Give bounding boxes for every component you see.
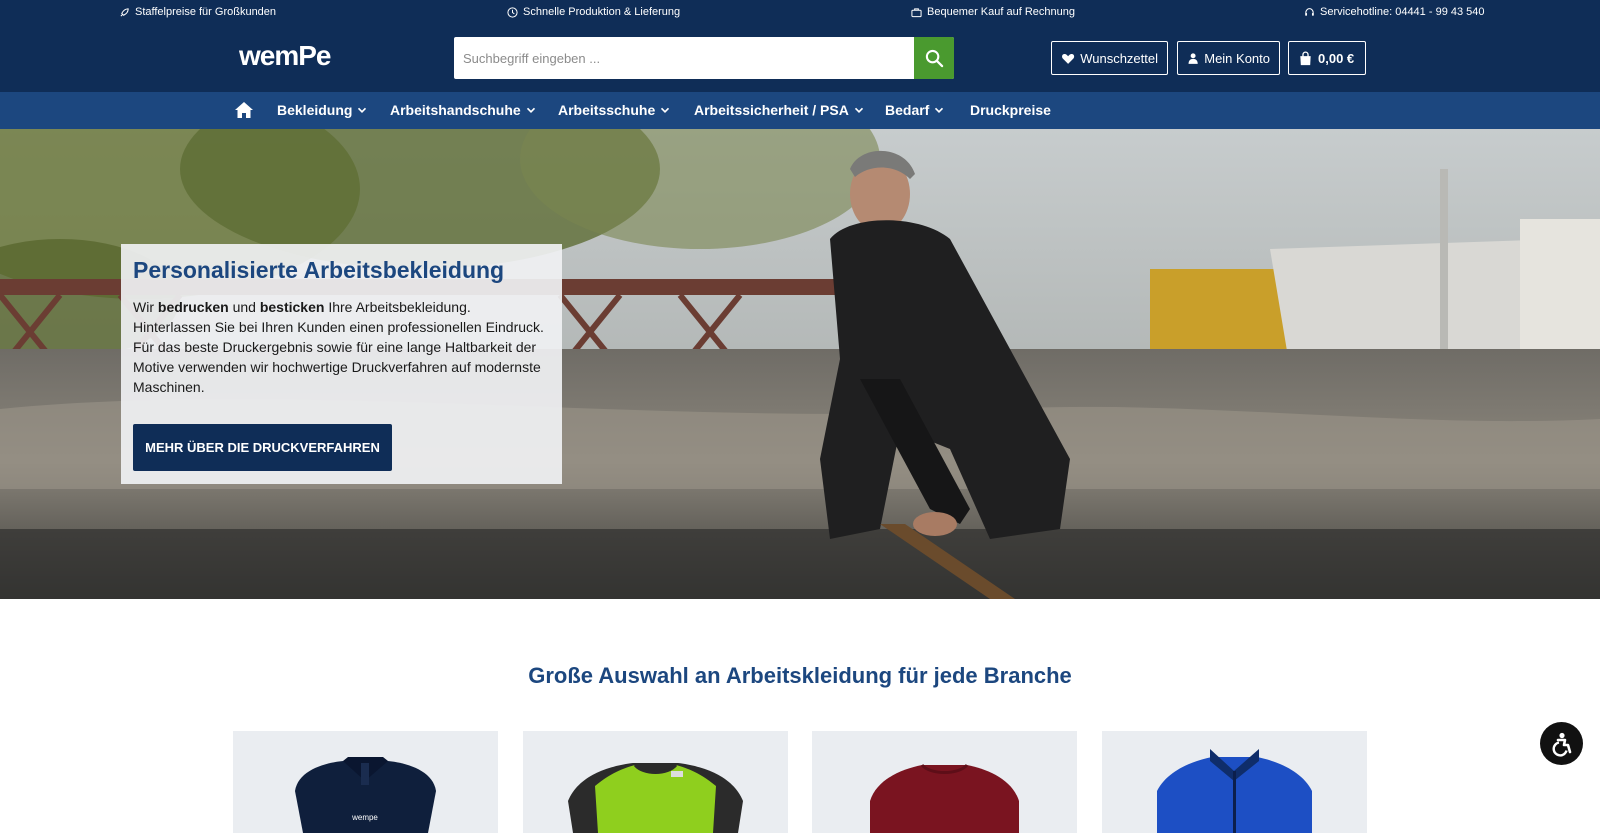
account-button[interactable]: Mein Konto (1177, 41, 1280, 75)
main-navigation: Bekleidung Arbeitshandschuhe Arbeitsschu… (0, 92, 1600, 129)
tshirt-image (568, 763, 743, 833)
wempe-logo[interactable]: wemPe (239, 40, 361, 76)
accessibility-button[interactable] (1540, 722, 1583, 765)
chevron-down-icon (661, 107, 670, 114)
product-tile-polo[interactable]: wempe (233, 731, 498, 833)
account-label: Mein Konto (1204, 50, 1270, 66)
wishlist-button[interactable]: Wunschzettel (1051, 41, 1168, 75)
polo-print: wempe (351, 813, 378, 822)
nav-item-arbeitshandschuhe[interactable]: Arbeitshandschuhe (390, 102, 536, 118)
chevron-down-icon (526, 107, 535, 114)
product-tile-sweatshirt[interactable] (812, 731, 1077, 833)
print-methods-button[interactable]: MEHR ÜBER DIE DRUCKVERFAHREN (133, 424, 392, 471)
clock-icon (507, 6, 518, 18)
search-button[interactable] (914, 37, 954, 79)
nav-item-arbeitsschuhe[interactable]: Arbeitsschuhe (558, 102, 670, 118)
info-bulk-pricing: Staffelpreise für Großkunden (119, 6, 276, 18)
top-info-bar: Staffelpreise für Großkunden Schnelle Pr… (0, 0, 1600, 26)
site-header: wemPe Wunschzettel Mein Konto 0,00 € (0, 26, 1600, 92)
info-hotline[interactable]: Servicehotline: 04441 - 99 43 540 (1304, 6, 1485, 18)
rocket-icon (120, 7, 129, 17)
cart-total: 0,00 € (1318, 50, 1355, 66)
shopping-bag-icon (1300, 50, 1311, 65)
nav-item-arbeitssicherheit[interactable]: Arbeitssicherheit / PSA (694, 102, 864, 118)
info-invoice: Bequemer Kauf auf Rechnung (911, 6, 1075, 18)
nav-item-bekleidung[interactable]: Bekleidung (277, 102, 367, 118)
info-fast-production-text: Schnelle Produktion & Lieferung (523, 6, 681, 18)
chevron-down-icon (854, 107, 863, 114)
nav-label: Bekleidung (277, 102, 353, 118)
nav-item-bedarf[interactable]: Bedarf (885, 102, 944, 118)
sweatshirt-image (870, 763, 1019, 833)
nav-label: Bedarf (885, 102, 930, 118)
search-input[interactable] (454, 37, 914, 79)
headset-icon (1305, 7, 1314, 16)
accessibility-icon (1552, 732, 1571, 757)
info-invoice-text: Bequemer Kauf auf Rechnung (927, 6, 1075, 18)
hero-text-bold: besticken (259, 299, 325, 315)
nav-label: Arbeitssicherheit / PSA (694, 102, 849, 118)
polo-shirt-image: wempe (295, 757, 436, 833)
info-bulk-pricing-text: Staffelpreise für Großkunden (135, 6, 277, 18)
hero-text-part: Wir (133, 299, 158, 315)
product-tile-tshirt[interactable] (523, 731, 788, 833)
briefcase-icon (911, 7, 922, 17)
svg-text:wemPe: wemPe (239, 40, 331, 71)
jacket-image (1157, 749, 1312, 833)
chevron-down-icon (935, 107, 944, 114)
hero-text-part: und (228, 299, 260, 315)
hero-title: Personalisierte Arbeitsbekleidung (133, 257, 505, 283)
nav-label: Arbeitsschuhe (558, 102, 656, 118)
hero-text-card: Personalisierte Arbeitsbekleidung Wir be… (121, 244, 562, 484)
heart-icon (1062, 53, 1075, 64)
info-fast-production: Schnelle Produktion & Lieferung (507, 6, 680, 18)
cart-button[interactable]: 0,00 € (1288, 41, 1366, 75)
wishlist-label: Wunschzettel (1080, 50, 1158, 66)
hero-description: Wir bedrucken und besticken Ihre Arbeits… (133, 297, 550, 397)
section-title: Große Auswahl an Arbeitskleidung für jed… (528, 663, 1072, 688)
nav-label: Druckpreise (970, 102, 1051, 118)
hero-text-bold: bedrucken (157, 299, 229, 315)
home-icon[interactable] (234, 101, 254, 119)
search-bar (454, 37, 954, 79)
nav-label: Arbeitshandschuhe (390, 102, 521, 118)
user-icon (1188, 52, 1198, 64)
product-tile-jacket[interactable] (1102, 731, 1367, 833)
nav-item-druckpreise[interactable]: Druckpreise (970, 102, 1051, 118)
chevron-down-icon (358, 107, 367, 114)
hero-banner: Personalisierte Arbeitsbekleidung Wir be… (0, 129, 1600, 599)
search-icon (925, 49, 943, 67)
info-hotline-text: Servicehotline: 04441 - 99 43 540 (1320, 6, 1485, 18)
